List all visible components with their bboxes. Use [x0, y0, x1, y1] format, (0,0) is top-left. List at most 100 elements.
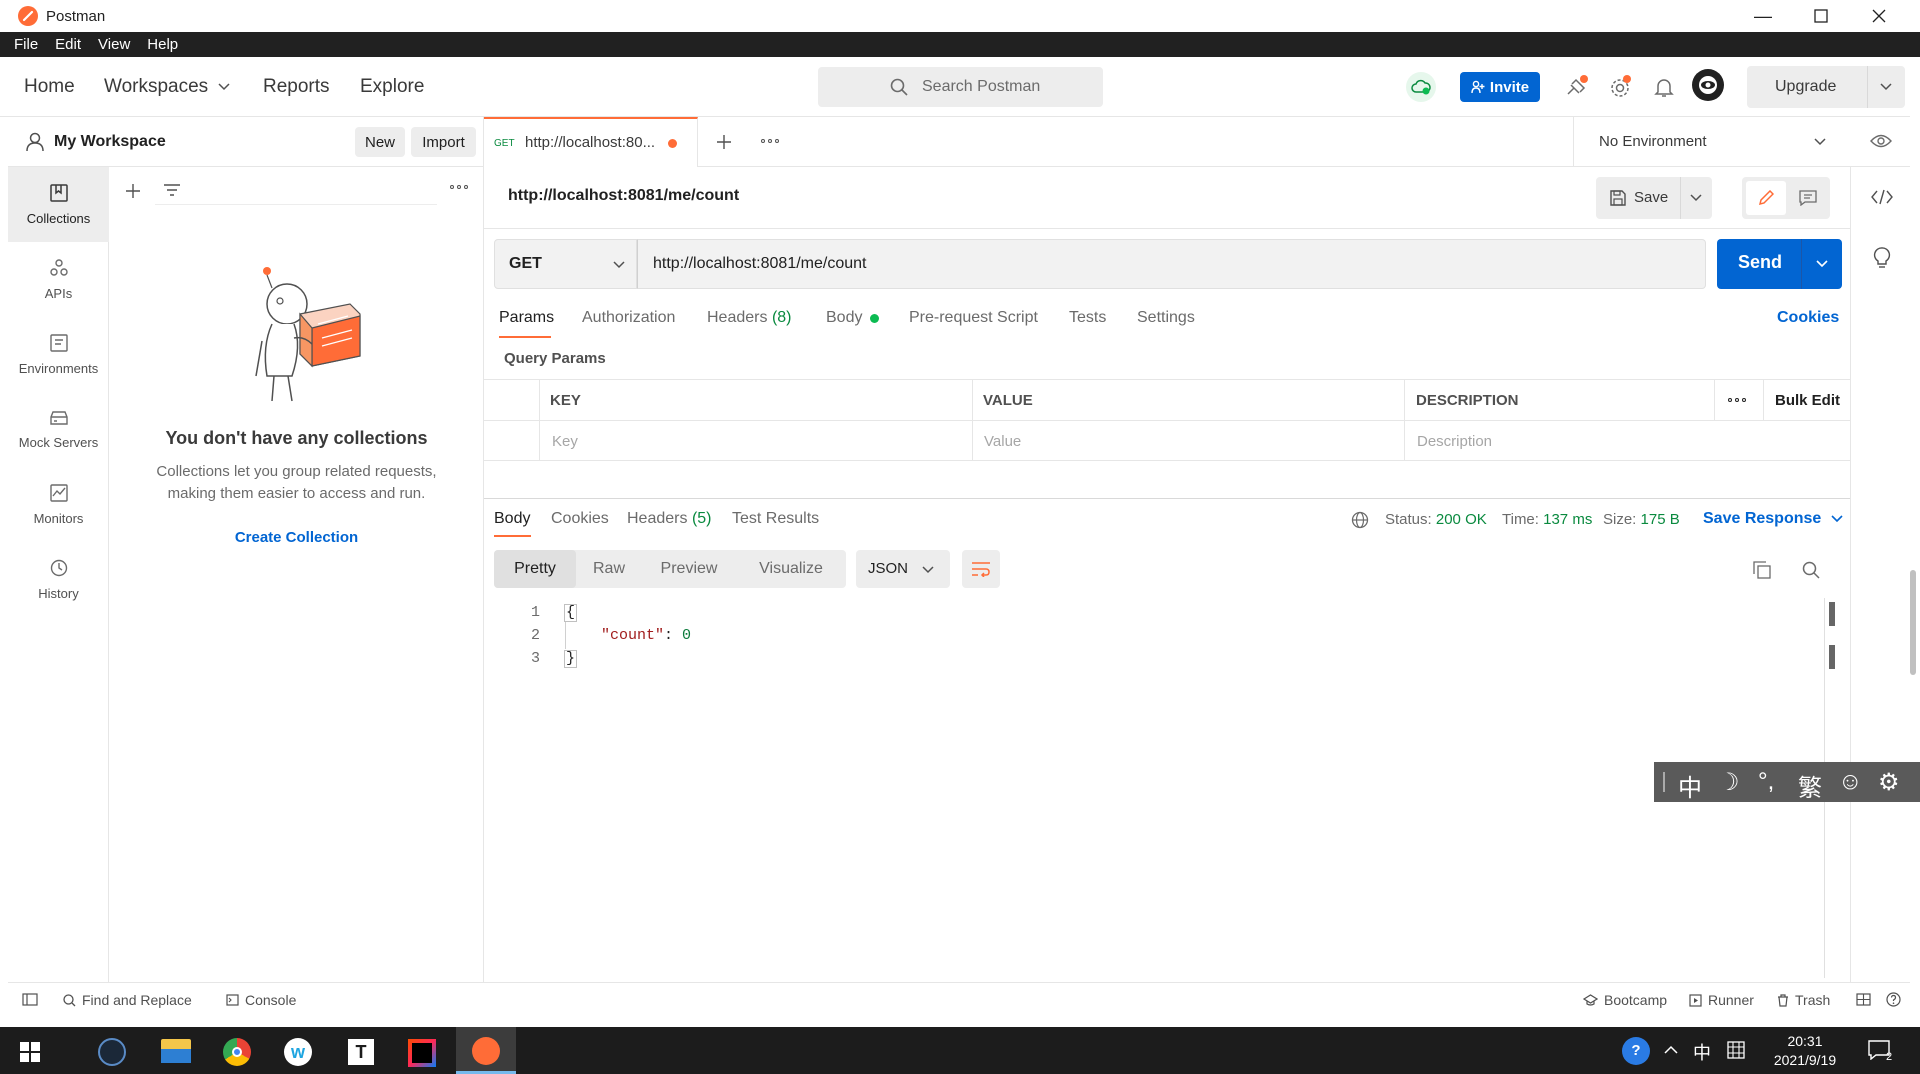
ime-traditional[interactable]: 繁 — [1798, 768, 1822, 803]
nav-reports[interactable]: Reports — [263, 76, 330, 98]
nav-home[interactable]: Home — [24, 76, 75, 98]
help-tray-icon[interactable]: ? — [1622, 1037, 1650, 1065]
view-pretty[interactable]: Pretty — [494, 550, 576, 588]
tab-pre-request-script[interactable]: Pre-request Script — [909, 309, 1038, 327]
import-button[interactable]: Import — [411, 127, 476, 157]
tab-settings[interactable]: Settings — [1137, 309, 1195, 327]
table-more-icon[interactable] — [1728, 398, 1746, 402]
two-pane-icon[interactable] — [1856, 993, 1871, 1006]
clock-date[interactable]: 2021/9/19 — [1760, 1052, 1850, 1068]
view-visualize[interactable]: Visualize — [736, 550, 846, 588]
postman-taskbar-item[interactable] — [456, 1027, 516, 1074]
workspace-name[interactable]: My Workspace — [54, 133, 166, 151]
save-response-button[interactable]: Save Response — [1703, 510, 1843, 528]
find-replace-button[interactable]: Find and Replace — [63, 992, 192, 1008]
save-button[interactable]: Save — [1596, 177, 1712, 219]
ime-chinese[interactable]: 中 — [1678, 768, 1702, 803]
ime-emoji-icon[interactable]: ☺ — [1838, 768, 1863, 796]
ime-punctuation[interactable]: °, — [1758, 768, 1774, 796]
search-response-icon[interactable] — [1802, 561, 1820, 579]
sync-status-icon[interactable] — [1406, 72, 1436, 102]
menu-help[interactable]: Help — [147, 36, 178, 53]
steam-icon[interactable] — [98, 1038, 126, 1066]
environment-selector[interactable]: No Environment — [1573, 117, 1910, 167]
clock-time[interactable]: 20:31 — [1760, 1033, 1850, 1049]
rail-item-collections[interactable]: Collections — [8, 167, 109, 242]
invite-button[interactable]: Invite — [1460, 72, 1540, 102]
window-scrollbar[interactable] — [1910, 570, 1916, 675]
settings-icon[interactable] — [1608, 74, 1634, 100]
nav-workspaces[interactable]: Workspaces — [104, 76, 230, 98]
menu-view[interactable]: View — [98, 36, 130, 53]
view-preview[interactable]: Preview — [642, 550, 736, 588]
windows-start-icon[interactable] — [20, 1042, 40, 1062]
rail-item-history[interactable]: History — [8, 542, 109, 617]
key-input[interactable]: Key — [552, 433, 578, 450]
view-raw[interactable]: Raw — [576, 550, 642, 588]
notifications-bell-icon[interactable] — [1653, 76, 1675, 98]
keyboard-layout-icon[interactable] — [1727, 1041, 1745, 1059]
create-collection-link[interactable]: Create Collection — [109, 529, 484, 546]
method-select[interactable]: GET — [494, 239, 637, 289]
help-icon[interactable] — [1886, 992, 1901, 1007]
tab-authorization[interactable]: Authorization — [582, 309, 675, 327]
rail-item-mock-servers[interactable]: Mock Servers — [8, 392, 109, 467]
file-explorer-icon[interactable] — [161, 1039, 191, 1063]
lightbulb-icon[interactable] — [1873, 247, 1891, 269]
tab-headers[interactable]: Headers (8) — [707, 309, 792, 327]
webstorm-app-icon[interactable]: w — [284, 1038, 312, 1066]
filter-input[interactable] — [155, 177, 437, 205]
nav-explore[interactable]: Explore — [360, 76, 424, 98]
close-window-button[interactable] — [1850, 0, 1908, 32]
eye-icon[interactable] — [1870, 132, 1892, 150]
response-scrollbar-thumb[interactable] — [1829, 602, 1835, 626]
chrome-icon[interactable] — [223, 1038, 251, 1066]
tab-body[interactable]: Body — [826, 309, 880, 327]
bulk-edit-button[interactable]: Bulk Edit — [1775, 392, 1840, 409]
rail-item-environments[interactable]: Environments — [8, 317, 109, 392]
minimize-button[interactable]: — — [1734, 0, 1792, 32]
request-name[interactable]: http://localhost:8081/me/count — [508, 187, 739, 205]
cookies-link[interactable]: Cookies — [1777, 309, 1839, 327]
edit-mode-toggle[interactable] — [1742, 177, 1830, 219]
response-tab-test-results[interactable]: Test Results — [732, 510, 819, 528]
response-tab-body[interactable]: Body — [494, 510, 530, 528]
menu-edit[interactable]: Edit — [55, 36, 81, 53]
console-button[interactable]: Console — [226, 992, 296, 1008]
runner-button[interactable]: Runner — [1689, 992, 1754, 1008]
intellij-icon[interactable] — [408, 1039, 436, 1067]
avatar[interactable] — [1692, 69, 1724, 101]
input-language-indicator[interactable]: 中 — [1693, 1039, 1711, 1065]
satellite-icon[interactable] — [1564, 74, 1590, 100]
menu-file[interactable]: File — [14, 36, 38, 53]
bootcamp-button[interactable]: Bootcamp — [1583, 992, 1667, 1008]
new-button[interactable]: New — [355, 127, 405, 157]
comment-icon[interactable] — [1799, 190, 1817, 206]
chevron-up-icon[interactable] — [1664, 1045, 1678, 1055]
ime-settings-icon[interactable]: ⚙ — [1878, 768, 1900, 797]
ime-moon-icon[interactable]: ☽ — [1718, 768, 1740, 797]
rail-item-monitors[interactable]: Monitors — [8, 467, 109, 542]
send-button[interactable]: Send — [1717, 239, 1842, 289]
code-icon[interactable] — [1871, 189, 1893, 205]
typora-icon[interactable]: T — [348, 1039, 374, 1065]
toggle-sidebar-icon[interactable] — [22, 993, 38, 1006]
plus-icon[interactable] — [125, 183, 141, 199]
trash-button[interactable]: Trash — [1777, 992, 1830, 1008]
search-input[interactable]: Search Postman — [818, 67, 1103, 107]
format-select[interactable]: JSON — [856, 550, 950, 588]
description-input[interactable]: Description — [1417, 433, 1492, 450]
upgrade-button[interactable]: Upgrade — [1747, 66, 1905, 108]
value-input[interactable]: Value — [984, 433, 1021, 450]
maximize-button[interactable] — [1792, 0, 1850, 32]
request-tab[interactable]: GET http://localhost:80... — [484, 117, 698, 167]
url-input[interactable]: http://localhost:8081/me/count — [637, 239, 1706, 289]
tab-params[interactable]: Params — [499, 309, 554, 327]
chevron-down-icon[interactable] — [1816, 260, 1828, 268]
tabs-more-icon[interactable] — [761, 139, 779, 143]
more-options-icon[interactable] — [450, 185, 468, 189]
rail-item-apis[interactable]: APIs — [8, 242, 109, 317]
response-tab-headers[interactable]: Headers (5) — [627, 510, 712, 528]
copy-icon[interactable] — [1753, 561, 1771, 579]
wrap-lines-button[interactable] — [962, 550, 1000, 588]
